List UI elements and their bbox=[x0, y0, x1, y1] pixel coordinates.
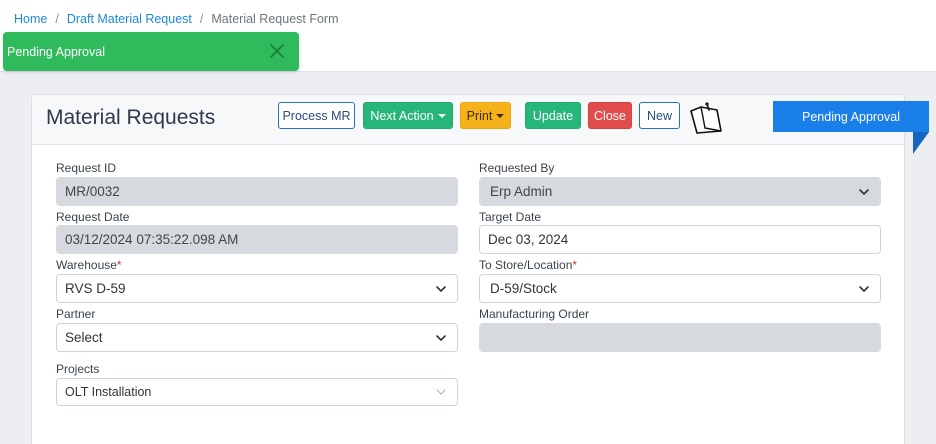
warehouse-label: Warehouse* bbox=[56, 258, 122, 272]
request-id-label: Request ID bbox=[56, 161, 117, 175]
requested-by-select: Erp Admin bbox=[479, 177, 881, 206]
projects-label: Projects bbox=[56, 362, 100, 376]
status-ribbon: Pending Approval bbox=[773, 101, 929, 132]
breadcrumb-draft-material-request[interactable]: Draft Material Request bbox=[67, 12, 192, 26]
chevron-down-icon bbox=[435, 283, 447, 295]
ribbon-tail bbox=[913, 132, 929, 154]
manufacturing-order-field bbox=[479, 323, 881, 352]
close-button[interactable]: Close bbox=[588, 102, 632, 129]
next-action-button[interactable]: Next Action bbox=[363, 102, 453, 129]
breadcrumb: Home / Draft Material Request / Material… bbox=[14, 12, 339, 26]
warehouse-label-text: Warehouse bbox=[56, 258, 117, 272]
toast-message: Pending Approval bbox=[7, 44, 105, 59]
projects-value: OLT Installation bbox=[65, 385, 152, 399]
request-date-label: Request Date bbox=[56, 210, 130, 224]
projects-select[interactable]: OLT Installation bbox=[56, 378, 458, 406]
to-store-select[interactable]: D-59/Stock bbox=[479, 274, 881, 303]
partner-label: Partner bbox=[56, 307, 96, 321]
target-date-value: Dec 03, 2024 bbox=[488, 232, 569, 247]
warehouse-select[interactable]: RVS D-59 bbox=[56, 274, 458, 303]
chevron-down-icon bbox=[858, 283, 870, 295]
partner-select[interactable]: Select bbox=[56, 323, 458, 352]
breadcrumb-home[interactable]: Home bbox=[14, 12, 47, 26]
status-toast: Pending Approval bbox=[3, 32, 299, 71]
new-button[interactable]: New bbox=[639, 102, 680, 129]
requested-by-value: Erp Admin bbox=[490, 184, 553, 199]
request-date-value: 03/12/2024 07:35:22.098 AM bbox=[65, 232, 239, 247]
to-store-value: D-59/Stock bbox=[490, 281, 557, 296]
partner-value: Select bbox=[65, 330, 103, 345]
process-mr-button[interactable]: Process MR bbox=[278, 102, 355, 129]
breadcrumb-separator: / bbox=[199, 12, 204, 26]
target-date-input[interactable]: Dec 03, 2024 bbox=[479, 225, 881, 254]
breadcrumb-separator: / bbox=[55, 12, 59, 26]
page-title: Material Requests bbox=[46, 106, 216, 129]
print-label: Print bbox=[466, 108, 493, 123]
next-action-label: Next Action bbox=[370, 108, 434, 123]
chevron-down-icon bbox=[858, 186, 870, 198]
required-mark: * bbox=[572, 258, 578, 272]
request-id-field: MR/0032 bbox=[56, 177, 458, 206]
warehouse-value: RVS D-59 bbox=[65, 281, 126, 296]
caret-down-icon bbox=[496, 113, 505, 118]
close-icon[interactable] bbox=[267, 41, 287, 61]
breadcrumb-current: Material Request Form bbox=[211, 12, 339, 26]
request-date-field: 03/12/2024 07:35:22.098 AM bbox=[56, 225, 458, 254]
sticky-note-icon[interactable] bbox=[687, 101, 725, 135]
required-mark: * bbox=[116, 258, 122, 272]
caret-down-icon bbox=[437, 113, 446, 118]
to-store-label: To Store/Location* bbox=[479, 258, 577, 272]
request-id-value: MR/0032 bbox=[65, 184, 120, 199]
chevron-down-icon bbox=[435, 386, 447, 398]
update-button[interactable]: Update bbox=[525, 102, 581, 129]
chevron-down-icon bbox=[435, 332, 447, 344]
material-request-card: Material Requests Process MR Next Action… bbox=[31, 94, 905, 444]
requested-by-label: Requested By bbox=[479, 161, 555, 175]
print-button[interactable]: Print bbox=[460, 102, 511, 129]
manufacturing-order-label: Manufacturing Order bbox=[479, 307, 590, 321]
target-date-label: Target Date bbox=[479, 210, 542, 224]
to-store-label-text: To Store/Location bbox=[479, 258, 573, 272]
